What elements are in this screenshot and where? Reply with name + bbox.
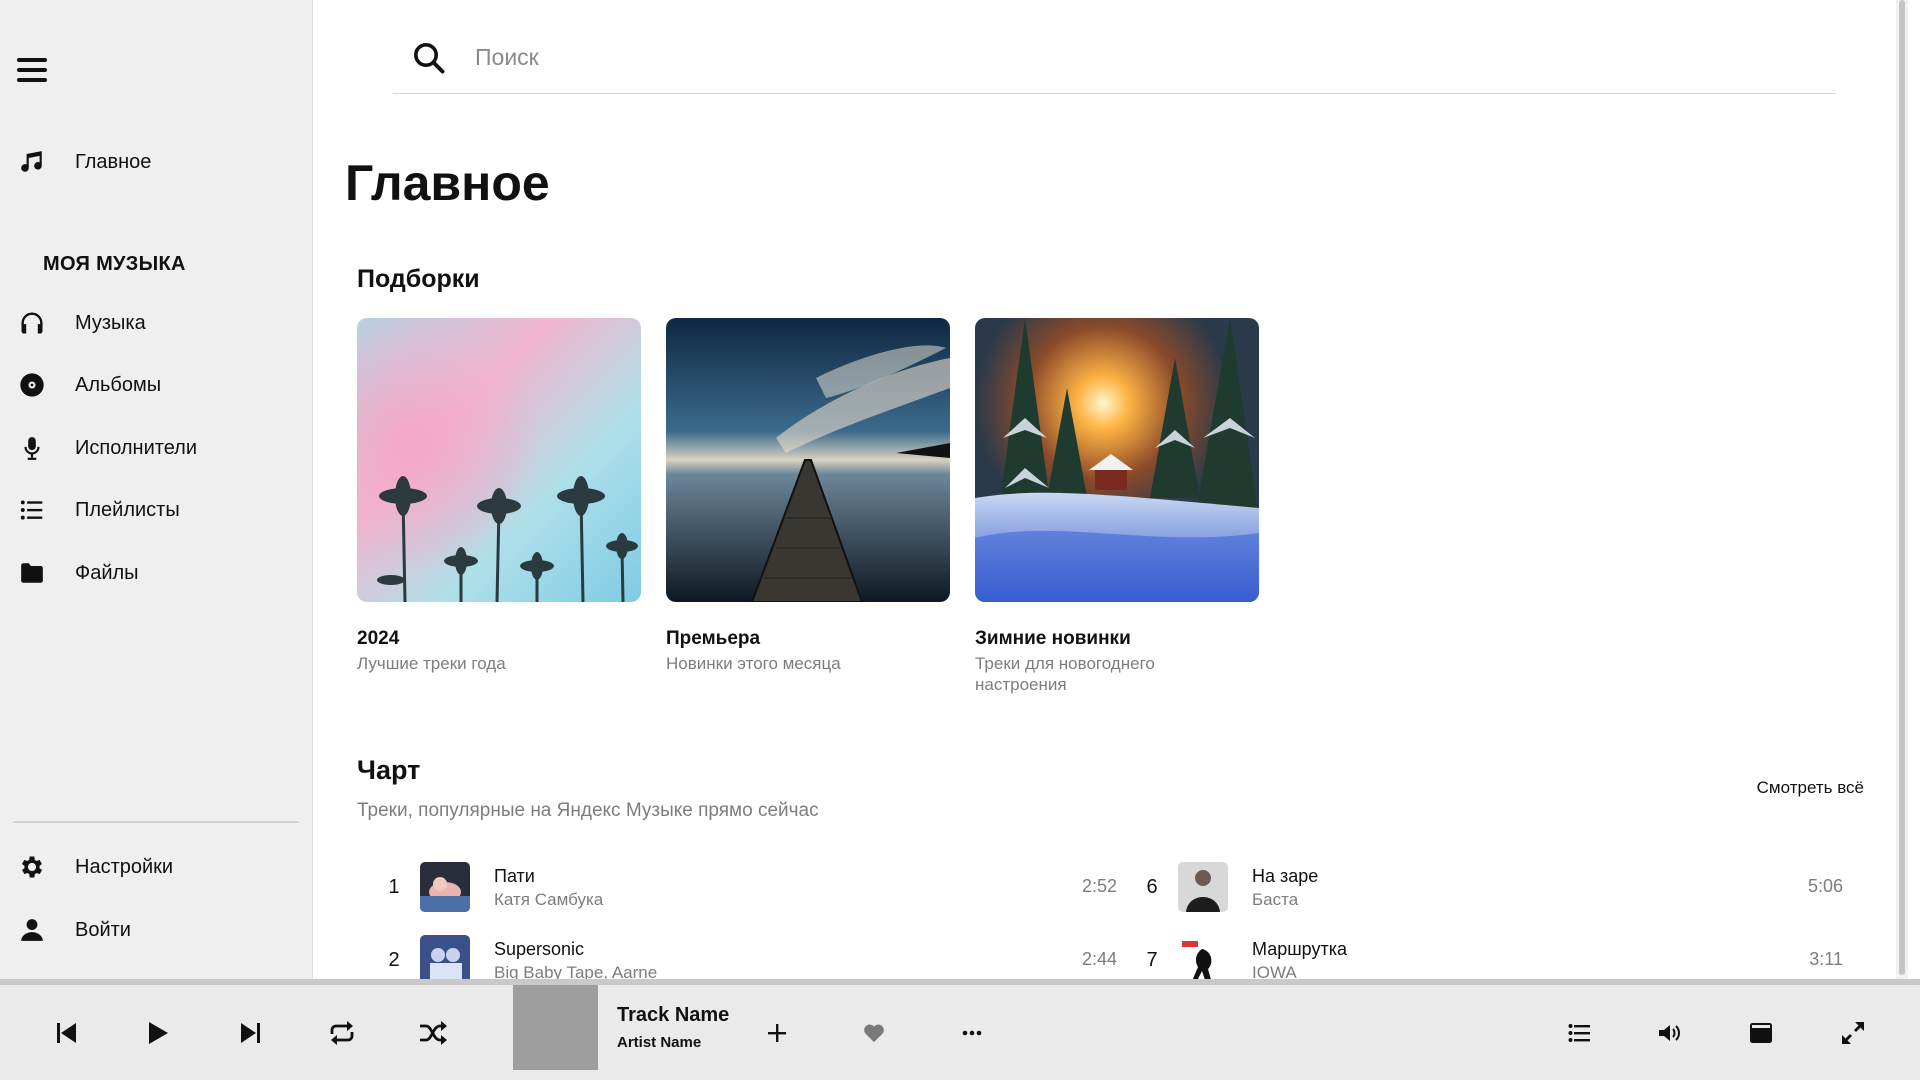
track-artist: IOWA: [1252, 963, 1297, 979]
track-duration: 2:44: [1081, 949, 1117, 969]
sidebar: Главное МОЯ МУЗЫКА Музыка Альбомы Исполн…: [0, 0, 313, 979]
sidebar-item-playlists[interactable]: Плейлисты: [0, 485, 313, 535]
user-icon: [17, 915, 47, 945]
see-all-link[interactable]: Смотреть всё: [1757, 778, 1864, 798]
track-name: На заре: [1252, 866, 1319, 886]
play-icon[interactable]: [134, 985, 182, 1080]
sidebar-item-music[interactable]: Музыка: [0, 298, 313, 348]
sidebar-item-label: Плейлисты: [75, 498, 180, 521]
chart-track-row[interactable]: 1 Пати Катя Самбука 2:52: [382, 859, 1117, 915]
now-playing-cover: [513, 985, 598, 1070]
chart-subtitle: Треки, популярные на Яндекс Музыке прямо…: [357, 800, 819, 821]
search-bar: [393, 22, 1836, 94]
collection-description: Лучшие треки года: [357, 654, 506, 673]
track-rank: 7: [1146, 949, 1158, 971]
collection-card[interactable]: 2024 Лучшие треки года: [357, 318, 641, 674]
sidebar-item-label: Настройки: [75, 855, 174, 878]
sidebar-item-albums[interactable]: Альбомы: [0, 360, 313, 410]
collection-cover-pier: [666, 318, 950, 602]
music-note-icon: [17, 147, 47, 177]
track-cover: [1178, 862, 1228, 912]
headphones-icon: [17, 308, 47, 338]
track-duration: 2:52: [1081, 876, 1117, 896]
chart-title: Чарт: [357, 755, 421, 785]
heart-icon[interactable]: [850, 985, 898, 1080]
collection-title: Зимние новинки: [975, 628, 1131, 649]
now-playing-artist-name: Artist Name: [617, 1034, 702, 1051]
collection-description: Новинки этого месяца: [666, 654, 841, 673]
fullscreen-icon[interactable]: [1829, 985, 1877, 1080]
track-cover: [420, 862, 470, 912]
track-rank: 6: [1146, 876, 1158, 898]
scrollbar-thumb[interactable]: [1899, 0, 1905, 975]
track-name: Маршрутка: [1252, 939, 1347, 959]
more-options-icon[interactable]: [948, 985, 996, 1080]
main-scrollbar[interactable]: [1896, 0, 1908, 979]
track-duration: 3:11: [1809, 949, 1843, 969]
collection-title: 2024: [357, 628, 400, 649]
player-bar: Track Name Artist Name: [0, 979, 1920, 1080]
sidebar-item-label: Исполнители: [75, 436, 198, 459]
repeat-icon[interactable]: [318, 985, 366, 1080]
track-artist: Катя Самбука: [494, 890, 604, 909]
track-duration: 5:06: [1807, 876, 1843, 896]
disc-icon: [17, 370, 47, 400]
track-rank: 1: [388, 876, 400, 898]
chart-track-row[interactable]: 2 Supersonic Big Baby Tape, Aarne 2:44: [382, 932, 1117, 979]
now-playing-track-name: Track Name: [617, 1004, 730, 1026]
collection-description: Треки для новогоднего настроения: [975, 654, 1155, 694]
shuffle-icon[interactable]: [409, 985, 457, 1080]
collection-title: Премьера: [666, 628, 761, 649]
sidebar-item-files[interactable]: Файлы: [0, 548, 313, 598]
volume-icon[interactable]: [1646, 985, 1694, 1080]
microphone-icon: [17, 433, 47, 463]
collection-cover-palms: [357, 318, 641, 602]
track-name: Пати: [494, 866, 535, 886]
collections-title: Подборки: [357, 265, 480, 293]
sidebar-item-label: Файлы: [75, 561, 139, 584]
main-content: Главное Подборки: [314, 0, 1908, 979]
mini-player-icon[interactable]: [1737, 985, 1785, 1080]
next-track-icon[interactable]: [226, 985, 274, 1080]
sidebar-item-home[interactable]: Главное: [0, 137, 313, 187]
hamburger-menu-icon[interactable]: [17, 58, 47, 82]
sidebar-item-artists[interactable]: Исполнители: [0, 423, 313, 473]
track-artist: Баста: [1252, 890, 1299, 909]
track-artist: Big Baby Tape, Aarne: [494, 963, 658, 979]
previous-track-icon[interactable]: [43, 985, 91, 1080]
gear-icon: [17, 852, 47, 882]
collection-card[interactable]: Премьера Новинки этого месяца: [666, 318, 950, 674]
track-rank: 2: [388, 949, 400, 971]
sidebar-item-label: Войти: [75, 918, 131, 941]
sidebar-item-login[interactable]: Войти: [0, 905, 313, 955]
track-name: Supersonic: [494, 939, 585, 959]
track-cover: [420, 935, 470, 979]
sidebar-item-label: Главное: [75, 150, 152, 173]
collection-card[interactable]: Зимние новинки Треки для новогоднего нас…: [975, 318, 1259, 695]
add-icon[interactable]: [753, 985, 801, 1080]
search-icon[interactable]: [411, 40, 447, 76]
sidebar-item-label: Альбомы: [75, 373, 162, 396]
search-input[interactable]: [475, 44, 1675, 71]
sidebar-divider: [13, 821, 299, 823]
chart-track-row[interactable]: 7 Маршрутка IOWA 3:11: [1140, 932, 1843, 979]
queue-list-icon[interactable]: [1555, 985, 1603, 1080]
page-title: Главное: [345, 155, 550, 211]
list-icon: [17, 495, 47, 525]
sidebar-item-settings[interactable]: Настройки: [0, 842, 313, 892]
folder-icon: [17, 558, 47, 588]
collection-cover-winter-forest: [975, 318, 1259, 602]
my-music-section-title: МОЯ МУЗЫКА: [43, 253, 186, 275]
track-cover: [1178, 935, 1228, 979]
chart-track-row[interactable]: 6 На заре Баста 5:06: [1140, 859, 1843, 915]
sidebar-item-label: Музыка: [75, 311, 146, 334]
